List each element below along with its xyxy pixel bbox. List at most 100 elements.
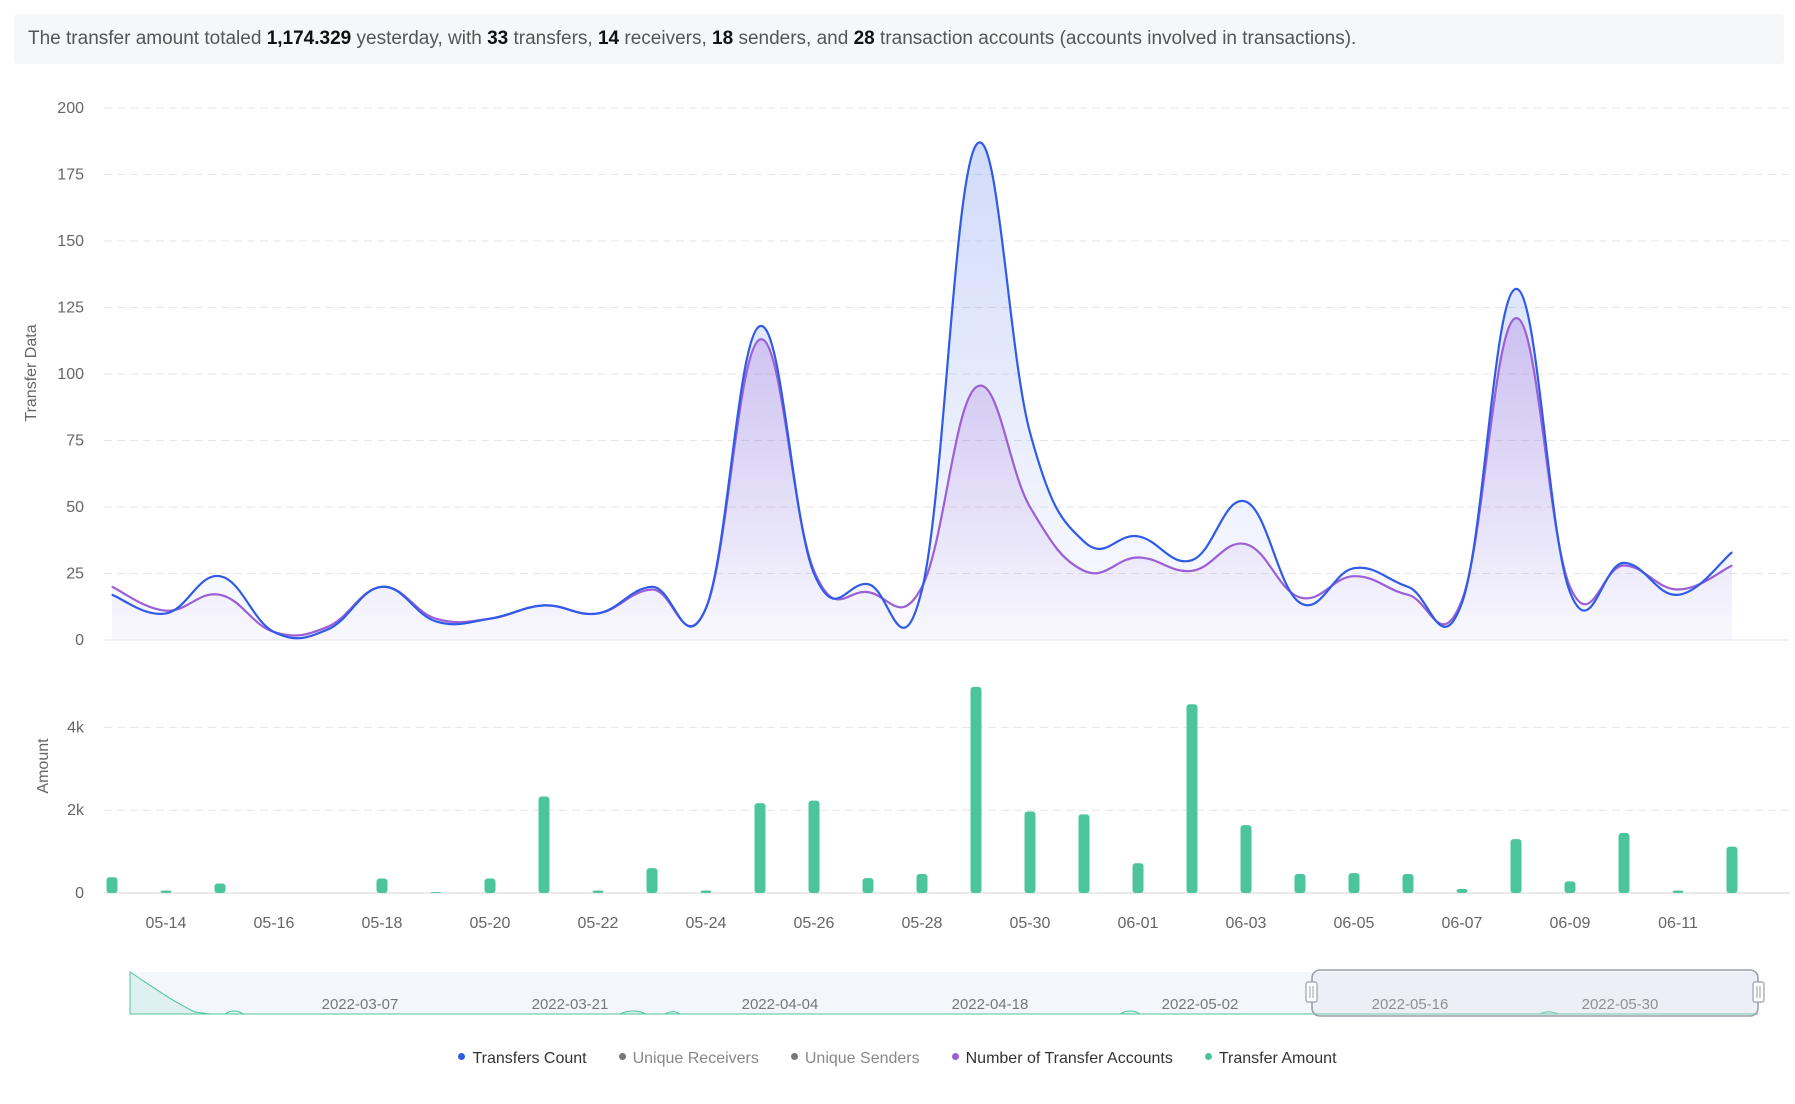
- transfers-count-point: [543, 604, 545, 607]
- top-y-tick-label: 75: [66, 433, 84, 450]
- amount-bar: [970, 686, 982, 893]
- transfers-count-point: [921, 588, 923, 591]
- x-tick-label: 06-11: [1658, 915, 1698, 932]
- x-tick-label: 05-26: [794, 915, 835, 932]
- transfer-accounts-point: [651, 588, 653, 591]
- transfers-count-point: [1299, 602, 1301, 604]
- transfer-accounts-point: [1515, 317, 1517, 319]
- amount-bar: [1618, 832, 1630, 893]
- x-axis: 05-14 05-16 05-18 05-20 05-22 05-24 05-26 05-28…: [146, 915, 1698, 932]
- transfer-accounts-point: [1731, 564, 1733, 567]
- x-tick-label: 05-28: [902, 915, 943, 932]
- legend-marker-icon: [951, 1053, 959, 1061]
- top-y-tick-label: 150: [57, 233, 84, 250]
- date-range-slider[interactable]: 2022-03-07 2022-03-21 2022-04-04 2022-04-18…: [129, 969, 1765, 1017]
- transfer-accounts-point: [219, 594, 221, 596]
- transfer-accounts-point: [165, 610, 167, 612]
- transfers-count-point: [813, 572, 815, 575]
- amount-bar: [106, 877, 118, 893]
- amount-bar: [1078, 814, 1090, 893]
- transfers-count-point: [489, 618, 491, 620]
- amount-bar: [1726, 846, 1738, 893]
- amount-bar: [1024, 811, 1036, 893]
- top-y-tick-label: 125: [57, 300, 84, 317]
- transfer-accounts-point: [1623, 564, 1625, 567]
- transfer-accounts-point: [867, 591, 869, 593]
- x-tick-label: 05-24: [686, 915, 727, 932]
- slider-right-handle[interactable]: [1752, 981, 1765, 1003]
- legend-label: Transfers Count: [472, 1050, 587, 1067]
- amount-bar: [700, 890, 712, 893]
- transfers-count-point: [381, 586, 383, 588]
- slider-date-label: 2022-04-04: [742, 996, 819, 1013]
- legend-item-unique-senders[interactable]: Unique Senders: [790, 1050, 920, 1068]
- legend-label: Transfer Amount: [1218, 1050, 1337, 1067]
- bottom-y-axis-title: Amount: [35, 738, 52, 794]
- legend-marker-icon: [458, 1053, 466, 1061]
- legend-label: Number of Transfer Accounts: [965, 1050, 1173, 1067]
- bottom-y-tick-label: 0: [75, 885, 84, 902]
- slider-date-label: 2022-04-18: [952, 996, 1029, 1013]
- top-y-axis-title: Transfer Data: [23, 324, 40, 421]
- legend-item-number-of-transfer-accounts[interactable]: Number of Transfer Accounts: [951, 1050, 1173, 1068]
- transfer-accounts-point: [327, 626, 329, 628]
- transfer-accounts-point: [1353, 575, 1355, 577]
- transfers-count-point: [1029, 431, 1031, 434]
- amount-bar: [1240, 825, 1252, 893]
- transfers-count-point: [1677, 594, 1679, 596]
- amount-bar: [592, 890, 604, 893]
- amount-bar: [160, 890, 172, 893]
- legend-item-transfers-count[interactable]: Transfers Count: [458, 1050, 587, 1068]
- x-tick-label: 05-22: [578, 915, 619, 932]
- transfers-count-point: [1461, 602, 1463, 604]
- transfers-count-point: [1083, 540, 1085, 543]
- transfer-accounts-point: [1299, 596, 1301, 599]
- chart-legend: Transfers Count Unique Receivers Unique Se…: [0, 1050, 1795, 1068]
- transfer-accounts-point: [1137, 556, 1139, 559]
- transfer-accounts-point: [1245, 543, 1247, 545]
- transfer-accounts-point: [1677, 588, 1679, 591]
- legend-marker-icon: [1204, 1053, 1212, 1061]
- legend-label: Unique Senders: [804, 1050, 920, 1067]
- transfer-accounts-point: [435, 618, 437, 620]
- x-tick-label: 05-20: [470, 915, 511, 932]
- top-y-tick-label: 175: [57, 167, 84, 184]
- amount-bar: [1564, 881, 1576, 893]
- transfers-count-point: [111, 594, 113, 596]
- transfer-accounts-point: [1029, 506, 1031, 508]
- amount-bar: [1510, 839, 1522, 893]
- slider-date-label: 2022-05-02: [1162, 996, 1239, 1013]
- slider-left-handle[interactable]: [1305, 981, 1318, 1003]
- x-tick-label: 05-16: [254, 915, 295, 932]
- transfers-count-point: [1515, 288, 1517, 290]
- transfers-count-point: [1569, 591, 1571, 593]
- transfers-count-point: [1731, 551, 1733, 553]
- transfers-count-point: [273, 631, 275, 633]
- legend-item-unique-receivers[interactable]: Unique Receivers: [618, 1050, 759, 1068]
- x-tick-label: 06-07: [1442, 915, 1483, 932]
- transfer-accounts-point: [1191, 570, 1193, 572]
- top-y-tick-label: 0: [75, 632, 84, 649]
- legend-marker-icon: [790, 1053, 798, 1061]
- transfers-count-point: [597, 612, 599, 615]
- amount-bar: [1402, 873, 1414, 893]
- slider-date-label: 2022-03-07: [322, 996, 399, 1013]
- top-y-tick-label: 50: [66, 499, 84, 516]
- slider-date-label: 2022-03-21: [532, 996, 609, 1013]
- transfer-accounts-point: [111, 586, 113, 588]
- x-tick-label: 05-30: [1010, 915, 1051, 932]
- transfers-count-point: [1407, 586, 1409, 588]
- x-tick-label: 06-05: [1334, 915, 1375, 932]
- x-tick-label: 05-18: [362, 915, 403, 932]
- transfer-accounts-point: [1083, 570, 1085, 572]
- top-y-tick-label: 200: [57, 100, 84, 117]
- transfers-count-point: [1245, 501, 1247, 503]
- amount-bar: [430, 892, 442, 893]
- x-tick-label: 05-14: [146, 915, 187, 932]
- legend-item-transfer-amount[interactable]: Transfer Amount: [1204, 1050, 1337, 1068]
- line-series: [111, 141, 1733, 641]
- amount-bar: [1294, 873, 1306, 893]
- slider-selection[interactable]: [1311, 969, 1759, 1017]
- transfer-chart: 0 25 50 75 100 125 150 175 200 0 2k 4k Transfer Da…: [23, 100, 1790, 1017]
- amount-bar: [1456, 888, 1468, 893]
